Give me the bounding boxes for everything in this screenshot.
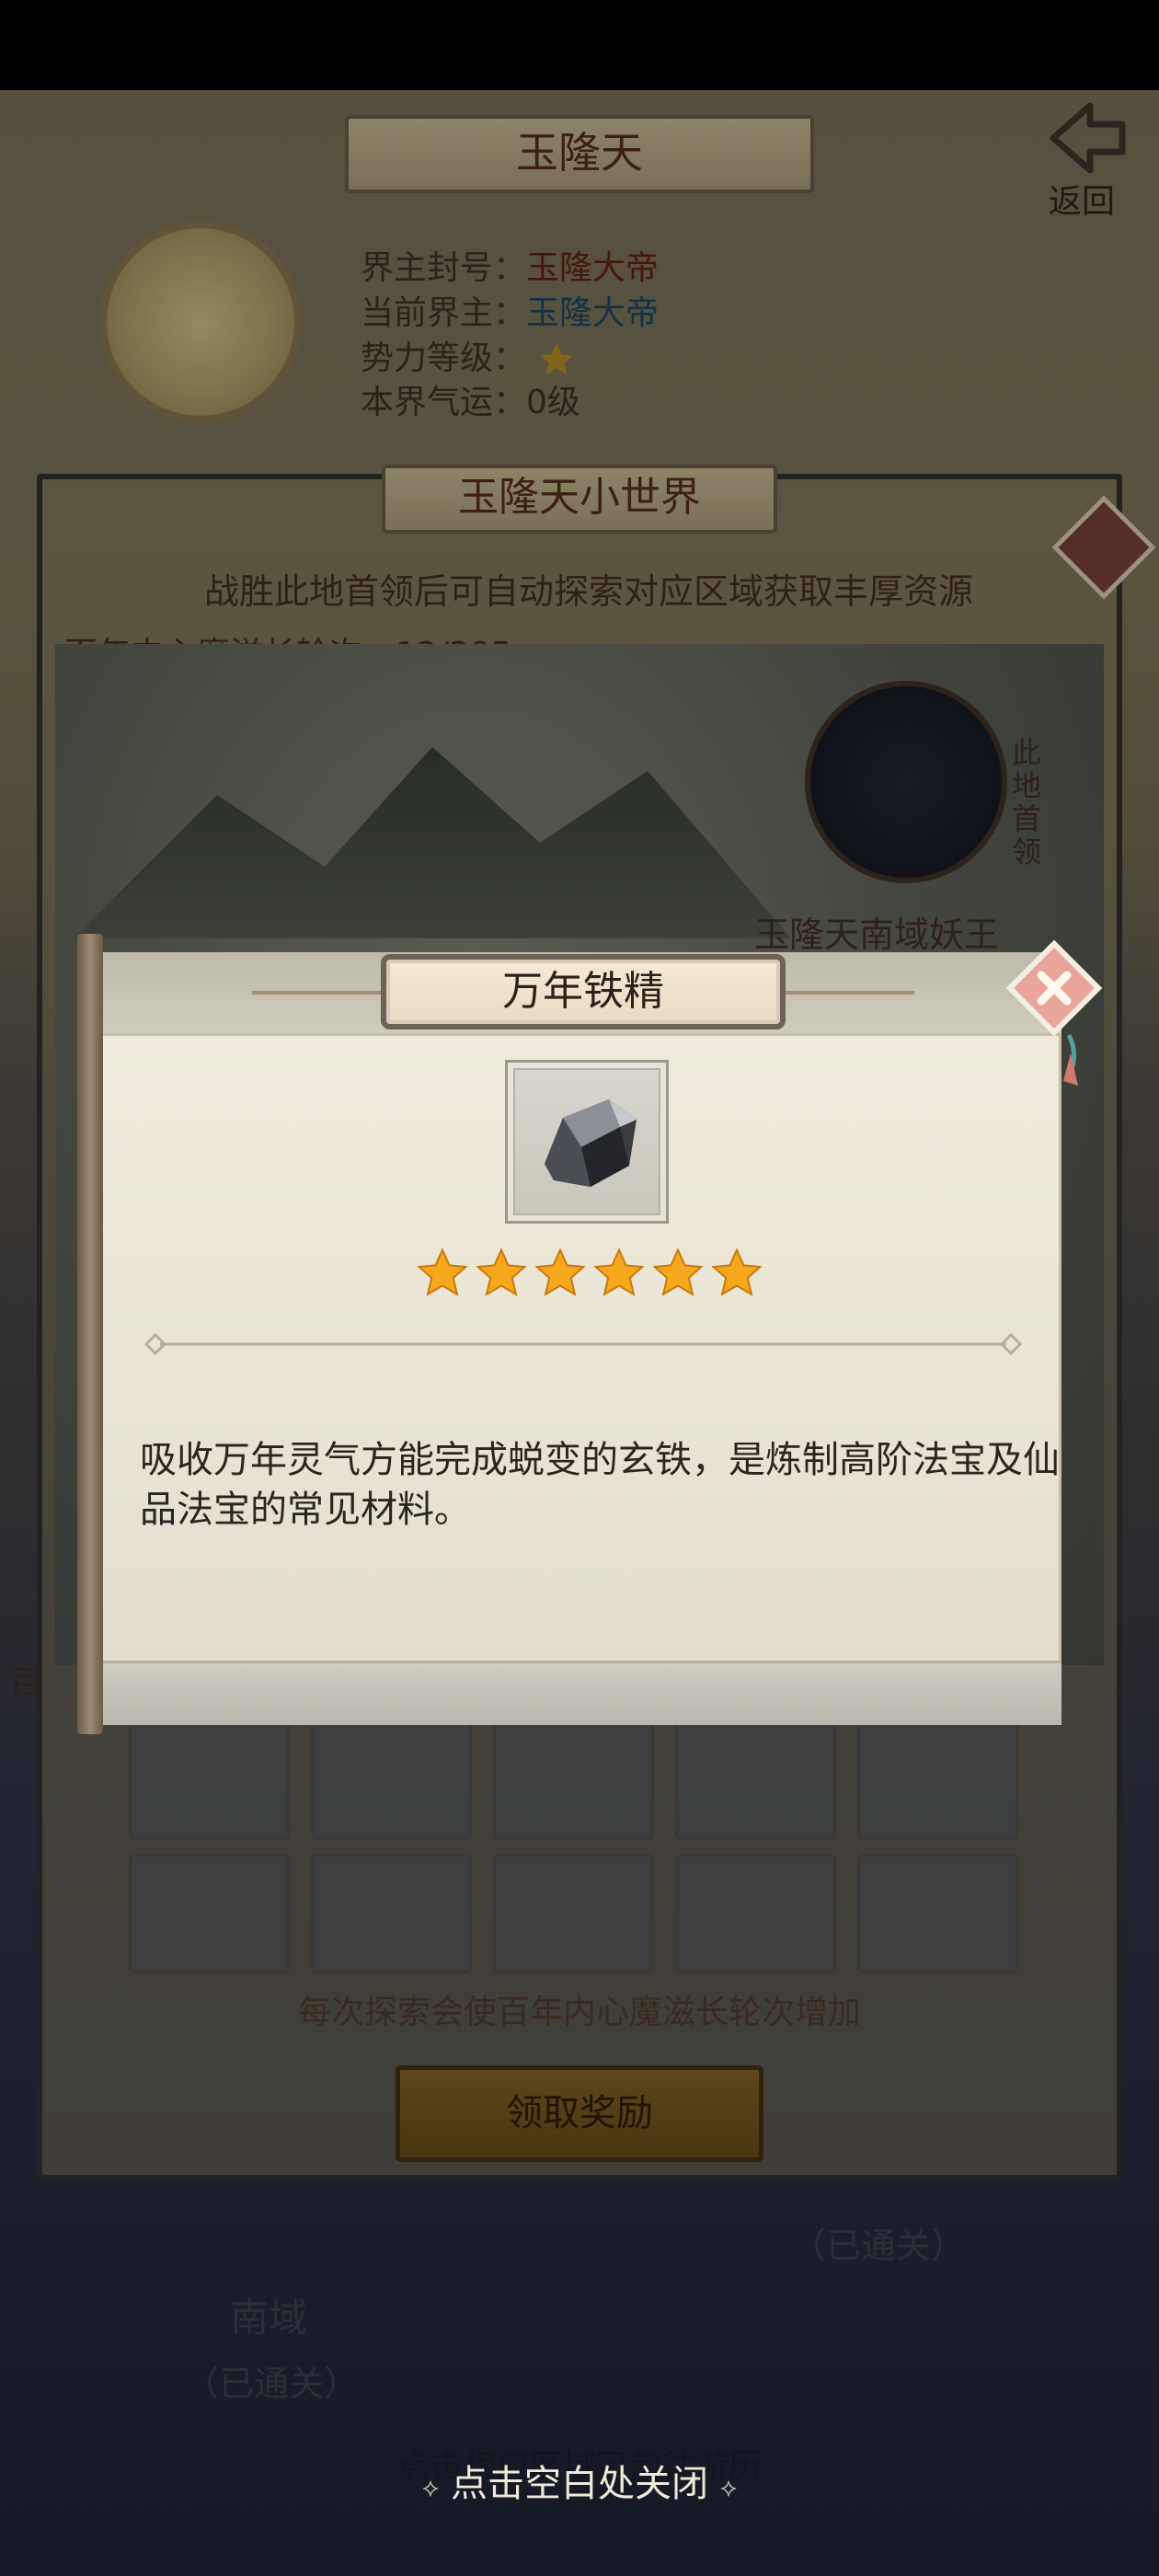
title-line-right	[776, 991, 914, 995]
rarity-stars	[410, 1247, 769, 1307]
star-icon	[476, 1248, 527, 1296]
star-icon	[534, 1248, 586, 1296]
star-icon	[593, 1248, 645, 1296]
item-detail-modal: 万年铁精 吸收万年灵气方能完成蜕变的玄铁，是炼制高阶法宝及仙品法宝的常见材料。	[77, 934, 1103, 1734]
close-hint-text: 点击空白处关闭	[451, 2463, 708, 2505]
star-icon	[417, 1248, 468, 1296]
hint-ornament-right: ⟡	[719, 2472, 738, 2502]
item-icon-frame	[505, 1060, 669, 1224]
star-icon	[711, 1248, 763, 1296]
hint-ornament-left: ⟡	[421, 2472, 440, 2502]
star-icon	[652, 1248, 704, 1296]
modal-title: 万年铁精	[502, 968, 664, 1015]
title-line-left	[252, 991, 390, 995]
close-hint: ⟡ 点击空白处关闭 ⟡	[331, 2456, 828, 2512]
modal-close-button[interactable]	[1004, 934, 1107, 1090]
status-bar	[0, 0, 1159, 90]
close-icon	[1005, 939, 1103, 1086]
modal-bottom-bar	[96, 1661, 1061, 1725]
iron-ore-icon	[545, 1099, 637, 1187]
item-description: 吸收万年灵气方能完成蜕变的玄铁，是炼制高阶法宝及仙品法宝的常见材料。	[140, 1439, 1060, 1531]
modal-title-plaque: 万年铁精	[381, 954, 786, 1029]
scroll-rail	[77, 934, 103, 1734]
ornamental-divider	[143, 1332, 1023, 1356]
